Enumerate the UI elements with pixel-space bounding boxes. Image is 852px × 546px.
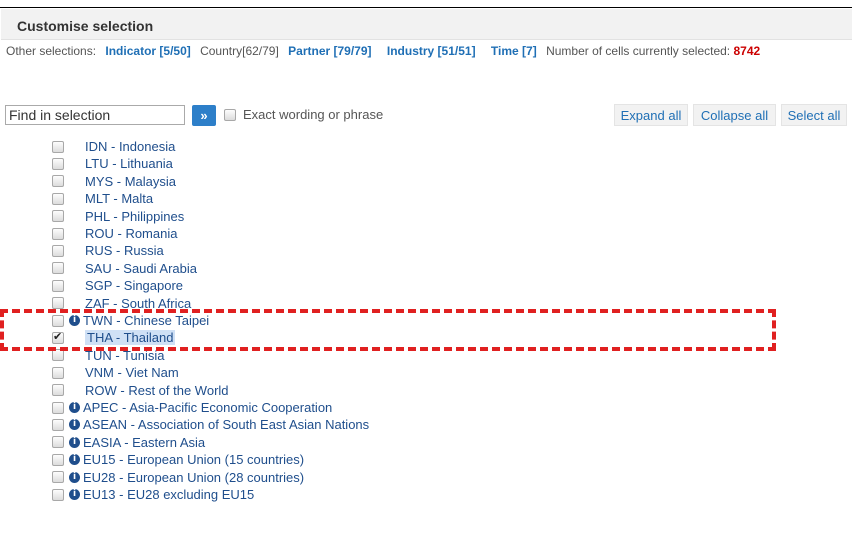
item-label: MYS - Malaysia bbox=[85, 173, 177, 189]
item-checkbox[interactable] bbox=[52, 488, 64, 501]
list-item[interactable]: i EU13 - EU28 excluding EU15 bbox=[52, 486, 254, 503]
info-icon[interactable]: i bbox=[69, 315, 80, 326]
info-icon[interactable]: i bbox=[69, 471, 80, 483]
info-icon[interactable]: i bbox=[69, 419, 80, 431]
partner-link[interactable]: Partner [79/79] bbox=[288, 44, 371, 58]
item-checkbox[interactable] bbox=[52, 175, 64, 188]
find-in-selection-input[interactable] bbox=[5, 105, 185, 125]
item-checkbox[interactable] bbox=[52, 436, 64, 449]
item-checkbox[interactable] bbox=[52, 401, 64, 414]
list-item[interactable]: PHL - Philippines bbox=[52, 208, 184, 225]
item-label: EASIA - Eastern Asia bbox=[83, 434, 206, 450]
item-label: MLT - Malta bbox=[85, 191, 154, 207]
info-icon[interactable]: i bbox=[69, 454, 80, 466]
item-checkbox[interactable] bbox=[52, 192, 64, 205]
list-item[interactable]: MLT - Malta bbox=[52, 190, 153, 207]
item-label: TUN - Tunisia bbox=[85, 347, 165, 363]
list-item[interactable]: SGP - Singapore bbox=[52, 277, 183, 294]
other-selections-bar: Other selections: Indicator [5/50] Count… bbox=[6, 44, 760, 58]
item-checkbox[interactable] bbox=[52, 297, 64, 310]
item-checkbox[interactable] bbox=[52, 330, 64, 344]
item-label: SAU - Saudi Arabia bbox=[85, 260, 198, 276]
item-checkbox[interactable] bbox=[52, 471, 64, 484]
list-item[interactable]: SAU - Saudi Arabia bbox=[52, 260, 197, 277]
list-item[interactable]: ROW - Rest of the World bbox=[52, 382, 229, 399]
indicator-link[interactable]: Indicator [5/50] bbox=[105, 44, 190, 58]
collapse-all-button[interactable]: Collapse all bbox=[693, 104, 776, 126]
item-label: THA - Thailand bbox=[85, 330, 176, 346]
time-link[interactable]: Time [7] bbox=[491, 44, 537, 58]
item-label: LTU - Lithuania bbox=[85, 156, 173, 172]
list-item[interactable]: i TWN - Chinese Taipei bbox=[52, 312, 209, 329]
top-border bbox=[0, 7, 852, 8]
list-item[interactable]: ROU - Romania bbox=[52, 225, 177, 242]
item-label: EU15 - European Union (15 countries) bbox=[83, 452, 305, 468]
list-item[interactable]: TUN - Tunisia bbox=[52, 347, 164, 364]
list-item[interactable]: i ASEAN - Association of South East Asian… bbox=[52, 416, 369, 433]
cells-count-value: 8742 bbox=[733, 44, 761, 58]
item-checkbox[interactable] bbox=[52, 140, 64, 153]
item-label: EU13 - EU28 excluding EU15 bbox=[83, 487, 255, 502]
item-label: EU28 - European Union (28 countries) bbox=[83, 469, 305, 485]
item-label: VNM - Viet Nam bbox=[85, 365, 179, 381]
item-label: ZAF - South Africa bbox=[85, 295, 192, 311]
item-checkbox[interactable] bbox=[52, 384, 64, 397]
item-label: IDN - Indonesia bbox=[85, 139, 176, 154]
item-checkbox[interactable] bbox=[52, 349, 64, 362]
list-item[interactable]: i EU15 - European Union (15 countries) bbox=[52, 451, 304, 468]
info-icon[interactable]: i bbox=[69, 436, 80, 448]
item-label: RUS - Russia bbox=[85, 243, 164, 259]
exact-wording-label: Exact wording or phrase bbox=[243, 107, 384, 122]
panel-title: Customise selection bbox=[17, 18, 154, 34]
list-item[interactable]: i EASIA - Eastern Asia bbox=[52, 434, 205, 451]
item-checkbox[interactable] bbox=[52, 418, 64, 431]
item-checkbox[interactable] bbox=[52, 210, 64, 223]
item-label: PHL - Philippines bbox=[85, 208, 185, 224]
list-item[interactable]: VNM - Viet Nam bbox=[52, 364, 179, 381]
exact-wording-checkbox[interactable] bbox=[224, 109, 236, 121]
panel-header: Customise selection bbox=[1, 9, 852, 40]
item-label: ASEAN - Association of South East Asian … bbox=[83, 417, 370, 433]
search-go-button[interactable]: » bbox=[192, 105, 216, 126]
list-item[interactable]: MYS - Malaysia bbox=[52, 173, 176, 190]
item-checkbox[interactable] bbox=[52, 262, 64, 275]
item-checkbox[interactable] bbox=[52, 227, 64, 240]
item-checkbox[interactable] bbox=[52, 279, 64, 292]
list-item[interactable]: i EU28 - European Union (28 countries) bbox=[52, 469, 304, 486]
list-item[interactable]: THA - Thailand bbox=[52, 329, 176, 346]
item-label: ROW - Rest of the World bbox=[85, 382, 229, 398]
item-label: ROU - Romania bbox=[85, 226, 178, 241]
country-selection: Country[62/79] bbox=[200, 44, 279, 58]
list-item[interactable]: LTU - Lithuania bbox=[52, 155, 173, 172]
list-item[interactable]: ZAF - South Africa bbox=[52, 295, 191, 312]
item-label: SGP - Singapore bbox=[85, 278, 184, 294]
expand-all-button[interactable]: Expand all bbox=[614, 104, 688, 126]
item-label: APEC - Asia-Pacific Economic Cooperation bbox=[83, 400, 333, 415]
list-item[interactable]: IDN - Indonesia bbox=[52, 138, 175, 155]
item-checkbox[interactable] bbox=[52, 453, 64, 466]
info-icon[interactable]: i bbox=[69, 489, 80, 500]
selections-prefix: Other selections: bbox=[6, 44, 97, 58]
item-checkbox[interactable] bbox=[52, 244, 64, 257]
item-checkbox[interactable] bbox=[52, 157, 64, 170]
info-icon[interactable]: i bbox=[69, 402, 80, 413]
cells-count-label: Number of cells currently selected: bbox=[546, 44, 731, 58]
item-checkbox[interactable] bbox=[52, 314, 64, 327]
list-item[interactable]: i APEC - Asia-Pacific Economic Cooperatio… bbox=[52, 399, 332, 416]
item-label: TWN - Chinese Taipei bbox=[83, 313, 210, 328]
item-checkbox[interactable] bbox=[52, 366, 64, 379]
industry-link[interactable]: Industry [51/51] bbox=[387, 44, 476, 58]
select-all-button[interactable]: Select all bbox=[781, 104, 847, 126]
list-item[interactable]: RUS - Russia bbox=[52, 242, 164, 259]
